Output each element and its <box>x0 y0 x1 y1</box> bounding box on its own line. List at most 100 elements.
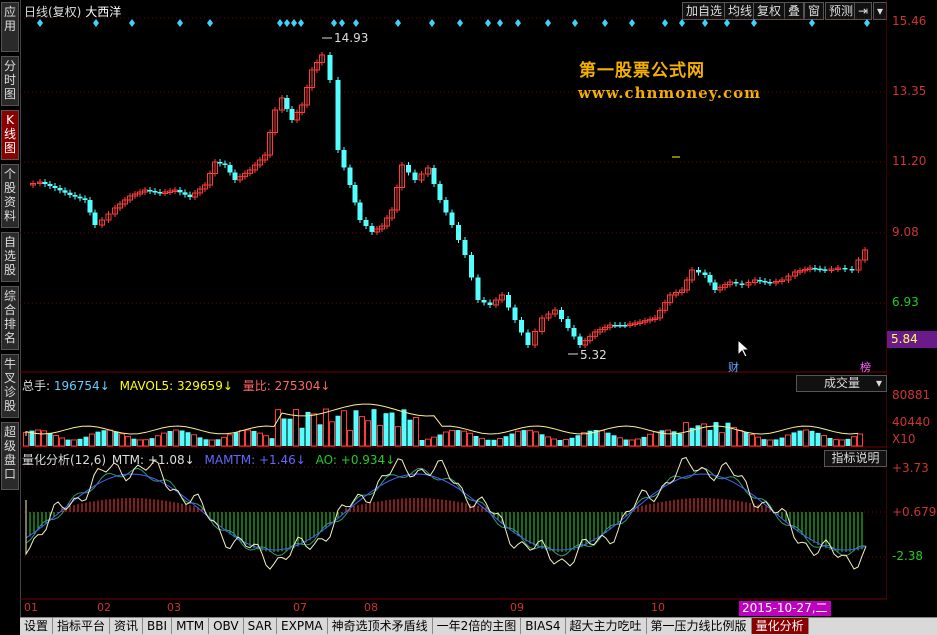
candle-body-down <box>617 325 623 327</box>
tab-big-player[interactable]: 超大主力吃吐 <box>566 618 647 634</box>
volume-ratio-value: 275304 <box>274 379 321 393</box>
signal-diamond <box>497 19 503 27</box>
price-axis-label: 11.20 <box>892 154 927 168</box>
candle-body-down <box>42 182 48 184</box>
tab-double-main[interactable]: 一年2倍的主图 <box>433 618 522 634</box>
volume-bar-up <box>137 439 143 447</box>
tab-diagnosis[interactable]: 牛叉诊股 <box>1 354 19 418</box>
signal-diamond <box>291 19 297 27</box>
volume-bar-up <box>533 431 539 447</box>
signal-diamond <box>702 19 708 27</box>
tab-pressure-line[interactable]: 第一压力线比例版 <box>647 618 752 634</box>
volume-bar-up <box>653 431 659 447</box>
tab-obv[interactable]: OBV <box>209 618 244 634</box>
volume-selector-dropdown[interactable]: 成交量 ▾ <box>796 375 887 392</box>
volume-bar-up <box>431 436 437 447</box>
tab-apps[interactable]: 应用 <box>1 2 19 52</box>
x-axis-label: 10 <box>651 601 665 614</box>
candle-body-down <box>412 172 418 180</box>
volume-bar-up <box>665 429 671 447</box>
volume-bar-down <box>641 436 647 446</box>
volume-bar-down <box>557 439 563 446</box>
tab-intraday[interactable]: 分时图 <box>1 56 19 106</box>
arrow-down-icon: ↓ <box>99 379 110 393</box>
candle-body-down <box>437 184 443 200</box>
volume-bar-up <box>527 429 533 447</box>
tab-super-panel[interactable]: 超级盘口 <box>1 422 19 490</box>
mouse-cursor-icon <box>737 339 751 358</box>
volume-axis-label: 40440 <box>892 415 931 429</box>
volume-bar-down <box>485 439 491 446</box>
tab-magic-top-line[interactable]: 神奇选顶术矛盾线 <box>328 618 433 634</box>
low-price-label: 5.32 <box>580 348 607 362</box>
volume-bar-up <box>209 439 215 447</box>
candle-body-down <box>357 202 363 220</box>
volume-bar-down <box>101 430 107 446</box>
volume-bar-down <box>167 430 173 446</box>
volume-bar-up <box>119 433 125 447</box>
volume-bar-up <box>413 417 419 447</box>
volume-bar-up <box>245 429 251 447</box>
candle-body-down <box>622 325 628 327</box>
signal-diamond <box>395 19 401 27</box>
x-axis-label: 08 <box>364 601 378 614</box>
volume-bars <box>23 403 863 447</box>
left-vertical-tabbar: 应用 分时图 K线图 个股资料 自选股 综合排名 牛叉诊股 超级盘口 <box>0 0 21 617</box>
tab-bbi[interactable]: BBI <box>143 618 173 634</box>
volume-bar-up <box>275 409 281 447</box>
price-axis-label: 6.93 <box>892 295 919 309</box>
tab-sar[interactable]: SAR <box>244 618 278 634</box>
volume-bar-down <box>677 433 683 446</box>
total-volume-label: 总手: <box>22 379 51 393</box>
candle-body-down <box>612 325 618 327</box>
indicator-lines <box>25 456 867 570</box>
volume-bar-up <box>851 436 857 447</box>
tab-quant-analysis[interactable]: 量化分析 <box>751 618 809 634</box>
volume-bar-up <box>767 439 773 447</box>
candlestick-series <box>30 37 868 355</box>
finance-marker[interactable]: 财 <box>728 359 739 375</box>
volume-bar-up <box>263 435 269 447</box>
total-volume-value: 196754 <box>53 379 100 393</box>
tab-mtm[interactable]: MTM <box>172 618 210 634</box>
candle-body-down <box>72 195 78 197</box>
tab-watchlist[interactable]: 自选股 <box>1 232 19 282</box>
volume-bar-down <box>113 431 119 446</box>
volume-bar-down <box>473 435 479 446</box>
volume-bar-down <box>197 437 203 446</box>
indicator-axis-label: -2.38 <box>892 549 924 563</box>
volume-bar-up <box>803 429 809 447</box>
current-price-tag: 5.84 <box>887 331 937 348</box>
signal-diamond <box>662 19 668 27</box>
signal-diamond <box>331 19 337 27</box>
tab-kline[interactable]: K线图 <box>1 110 19 160</box>
signal-diamond <box>457 19 463 27</box>
volume-bar-down <box>185 432 191 446</box>
volume-bar-down <box>407 419 413 446</box>
indicator-name[interactable]: 量化分析(12,6) <box>22 453 106 467</box>
volume-bar-down <box>65 439 71 446</box>
tab-ranking[interactable]: 综合排名 <box>1 286 19 350</box>
candle-body-down <box>525 332 531 345</box>
tab-expma[interactable]: EXPMA <box>277 618 328 634</box>
volume-bar-down <box>815 432 821 446</box>
arrow-down-icon: ↓ <box>295 453 306 467</box>
tab-news[interactable]: 资讯 <box>110 618 144 634</box>
volume-bar-up <box>443 431 449 447</box>
signal-diamond <box>353 19 359 27</box>
candle-body-down <box>57 188 63 191</box>
tab-stock-profile[interactable]: 个股资料 <box>1 164 19 228</box>
indicator-help-button[interactable]: 指标说明 <box>824 450 887 467</box>
volume-bar-up <box>221 436 227 447</box>
candle-body-down <box>817 268 823 271</box>
tab-settings[interactable]: 设置 <box>20 618 54 634</box>
candle-body-down <box>842 268 848 270</box>
tab-bias4[interactable]: BIAS4 <box>521 618 566 634</box>
signal-diamond <box>864 19 870 27</box>
tab-indicator-platform[interactable]: 指标平台 <box>53 618 111 634</box>
volume-ratio-label: 量比: <box>242 379 271 393</box>
volume-bar-down <box>95 431 101 446</box>
rank-marker[interactable]: 榜 <box>860 359 871 375</box>
candle-body-down <box>62 190 68 193</box>
volume-selector-label: 成交量 <box>824 376 861 390</box>
